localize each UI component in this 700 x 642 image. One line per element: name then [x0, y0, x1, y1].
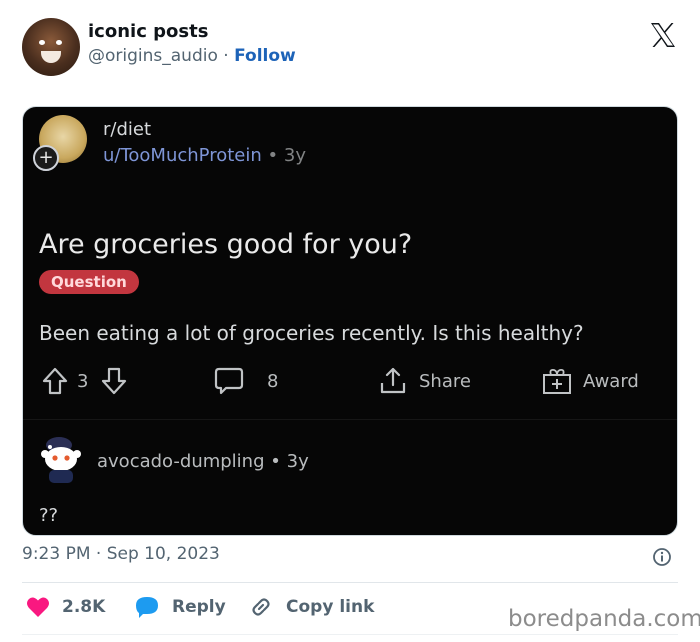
vote-group: 3: [41, 361, 128, 401]
post-body: Been eating a lot of groceries recently.…: [39, 321, 584, 345]
post-title: Are groceries good for you?: [39, 229, 413, 260]
vote-count: 3: [77, 370, 89, 392]
info-icon[interactable]: [652, 547, 672, 567]
flair-badge: Question: [39, 270, 139, 294]
like-count: 2.8K: [62, 597, 106, 617]
author-handle[interactable]: @origins_audio: [88, 46, 218, 66]
comment-divider: [23, 419, 677, 420]
comment-bubble-icon: [214, 367, 244, 395]
comment-age: 3y: [286, 451, 309, 472]
join-plus-icon: +: [33, 145, 59, 171]
like-button[interactable]: 2.8K: [26, 593, 105, 621]
comment-author: avocado-dumpling: [97, 451, 265, 472]
tweet-separator: [22, 582, 678, 583]
comment-dot: •: [270, 451, 281, 472]
author-handle-line: @origins_audio · Follow: [88, 46, 296, 66]
x-logo-icon[interactable]: [648, 20, 678, 50]
reply-bubble-icon: [136, 597, 158, 618]
award-gift-icon: [543, 368, 571, 394]
author-display-name[interactable]: iconic posts: [88, 21, 208, 42]
bottom-border: [22, 634, 678, 635]
post-user-line: u/TooMuchProtein • 3y: [103, 145, 306, 166]
post-dot: •: [267, 145, 279, 166]
post-age: 3y: [283, 145, 306, 166]
tweet-header: iconic posts @origins_audio · Follow: [22, 18, 682, 78]
avatar-eye-right: [56, 40, 62, 45]
watermark: boredpanda.com: [508, 606, 700, 632]
avatar-mouth: [41, 51, 61, 63]
share-action: Share: [377, 361, 471, 401]
upvote-icon: [42, 367, 68, 395]
comments-action: 8: [213, 361, 278, 401]
comment-author-line: avocado-dumpling • 3y: [97, 451, 309, 472]
post-actions: 3 8 Share Award: [23, 361, 677, 401]
follow-button[interactable]: Follow: [234, 46, 296, 66]
copy-link-label: Copy link: [286, 597, 375, 617]
post-username: u/TooMuchProtein: [103, 145, 262, 166]
award-action: Award: [541, 361, 639, 401]
share-icon: [380, 367, 406, 394]
reply-label: Reply: [172, 597, 226, 617]
avatar-eye-left: [39, 40, 45, 45]
copy-link-button[interactable]: Copy link: [248, 593, 374, 621]
link-icon: [252, 598, 270, 616]
comment-count: 8: [267, 370, 279, 392]
subreddit-name: r/diet: [103, 119, 152, 140]
handle-separator: ·: [223, 46, 229, 66]
comment-text: ??: [39, 505, 59, 526]
reply-button[interactable]: Reply: [134, 593, 226, 621]
author-avatar[interactable]: [22, 18, 80, 76]
downvote-icon: [102, 367, 127, 395]
embedded-screenshot[interactable]: + r/diet u/TooMuchProtein • 3y Are groce…: [22, 106, 678, 536]
share-label: Share: [419, 370, 471, 392]
snoo-avatar-icon: [41, 437, 81, 483]
award-label: Award: [583, 370, 639, 392]
tweet-timestamp[interactable]: 9:23 PM · Sep 10, 2023: [22, 544, 220, 564]
heart-icon: [27, 597, 49, 617]
